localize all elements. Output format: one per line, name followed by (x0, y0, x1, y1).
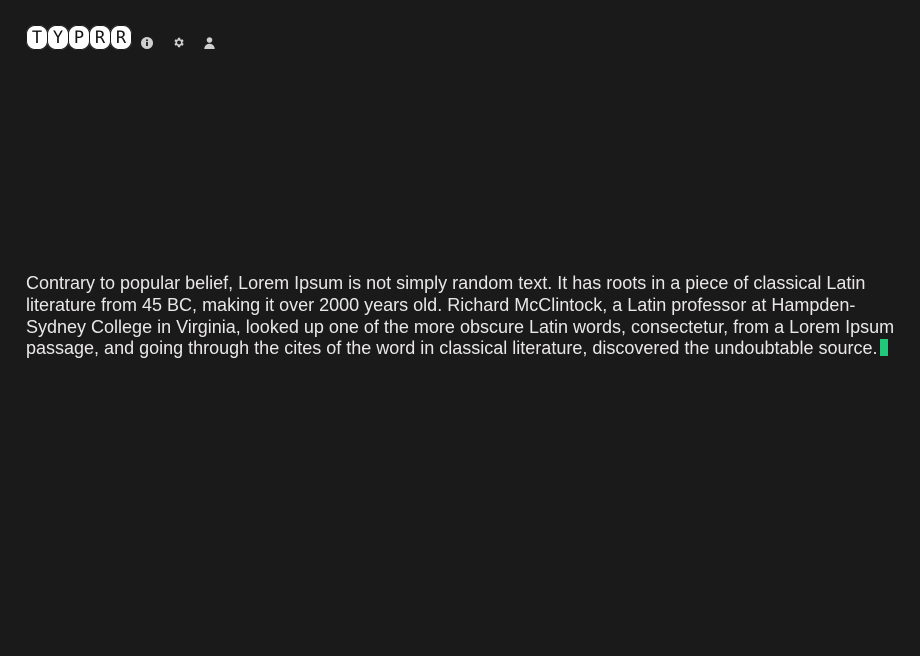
user-icon[interactable] (202, 36, 216, 50)
logo-letter: R (89, 25, 111, 50)
typrr-logo[interactable]: T Y P R R (26, 25, 132, 50)
logo-letter: Y (47, 25, 69, 50)
logo-letter: P (68, 25, 90, 50)
logo-letter: R (110, 25, 132, 50)
gear-icon[interactable] (171, 36, 185, 50)
nav-icons (140, 36, 233, 50)
text-caret (879, 339, 888, 357)
typing-text: Contrary to popular belief, Lorem Ipsum … (26, 273, 895, 359)
header: T Y P R R (26, 25, 233, 50)
logo-letter: T (26, 25, 48, 50)
typing-area[interactable]: Contrary to popular belief, Lorem Ipsum … (26, 273, 896, 360)
info-icon[interactable] (140, 36, 154, 50)
